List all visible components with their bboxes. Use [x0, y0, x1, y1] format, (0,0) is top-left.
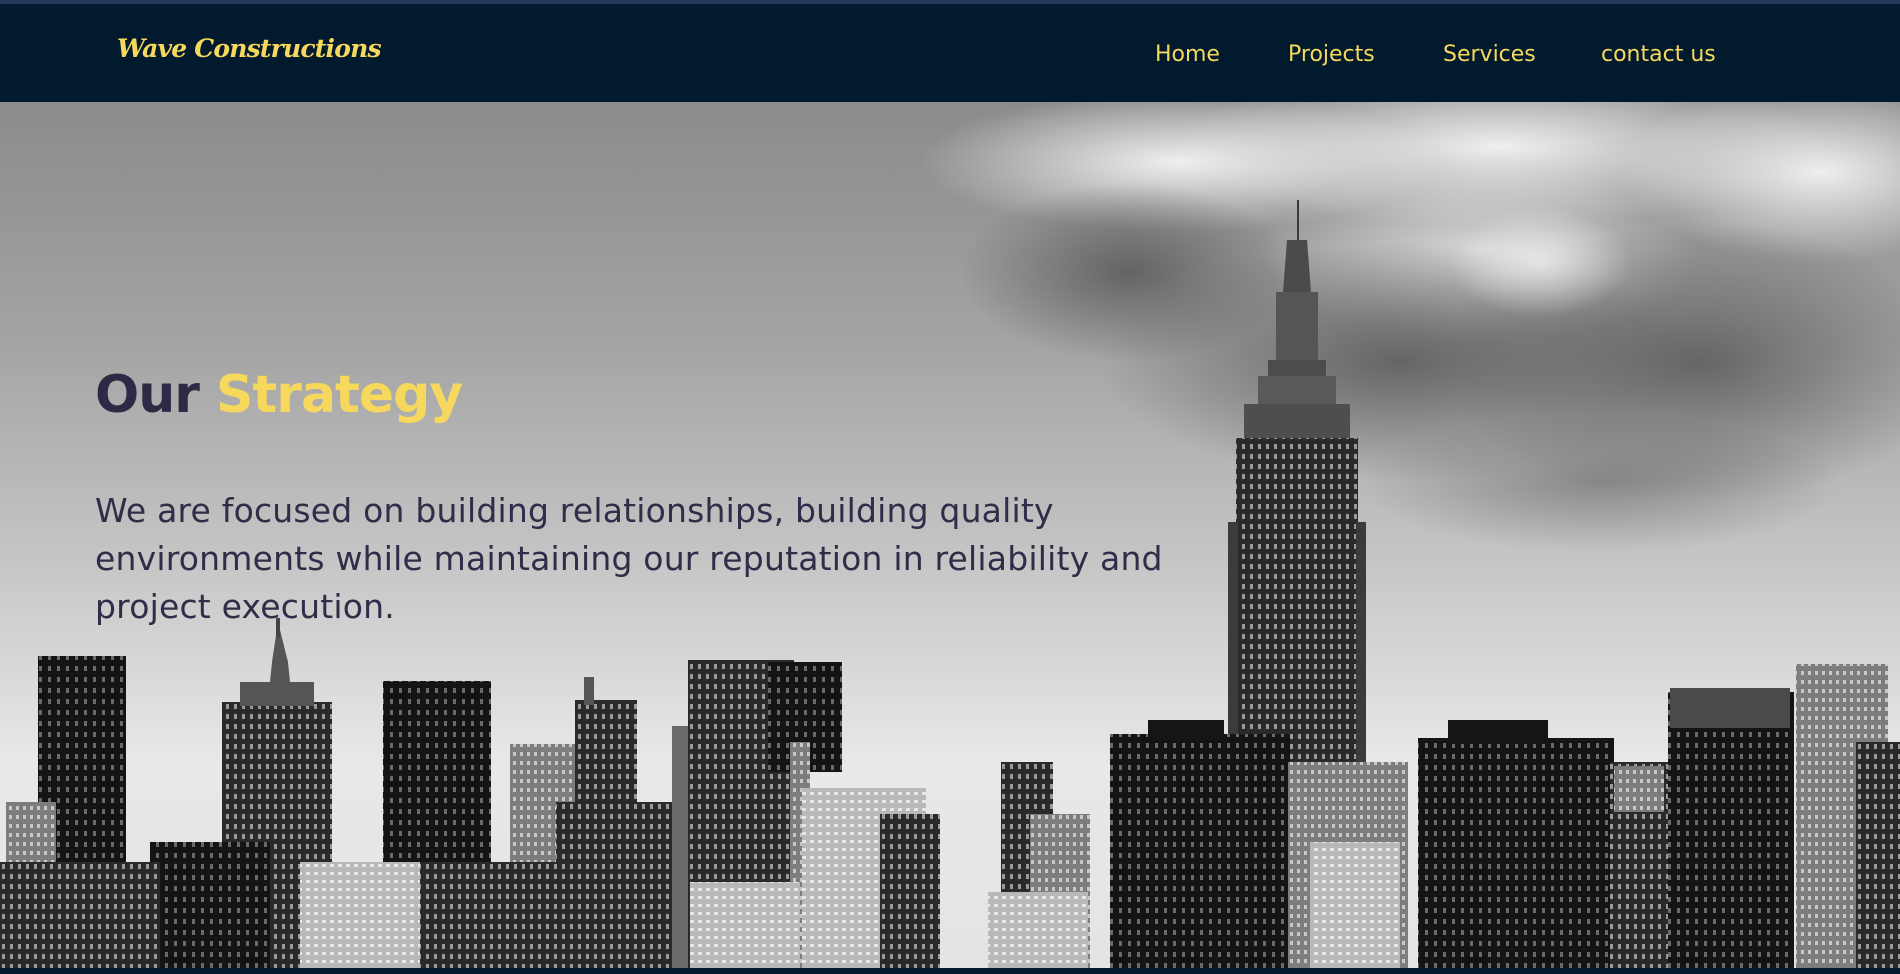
nav-link-contact-us[interactable]: contact us	[1601, 42, 1716, 67]
brand-logo[interactable]: Wave Constructions	[117, 34, 382, 63]
nav-link-home[interactable]: Home	[1155, 42, 1220, 67]
hero-title: Our Strategy	[95, 363, 463, 427]
nav-link-services[interactable]: Services	[1443, 42, 1536, 67]
hero-title-part-1: Our	[95, 365, 200, 425]
page: Wave Constructions Home Projects Service…	[0, 0, 1900, 974]
nav-link-projects[interactable]: Projects	[1288, 42, 1375, 67]
clouds	[920, 102, 1900, 552]
hero-title-part-2: Strategy	[215, 365, 463, 425]
hero-section: Our Strategy We are focused on building …	[0, 102, 1900, 968]
skyline-left	[0, 618, 1090, 968]
bottom-strip	[0, 968, 1900, 974]
hero-description: We are focused on building relationships…	[95, 491, 1163, 626]
navbar: Wave Constructions Home Projects Service…	[0, 4, 1900, 102]
